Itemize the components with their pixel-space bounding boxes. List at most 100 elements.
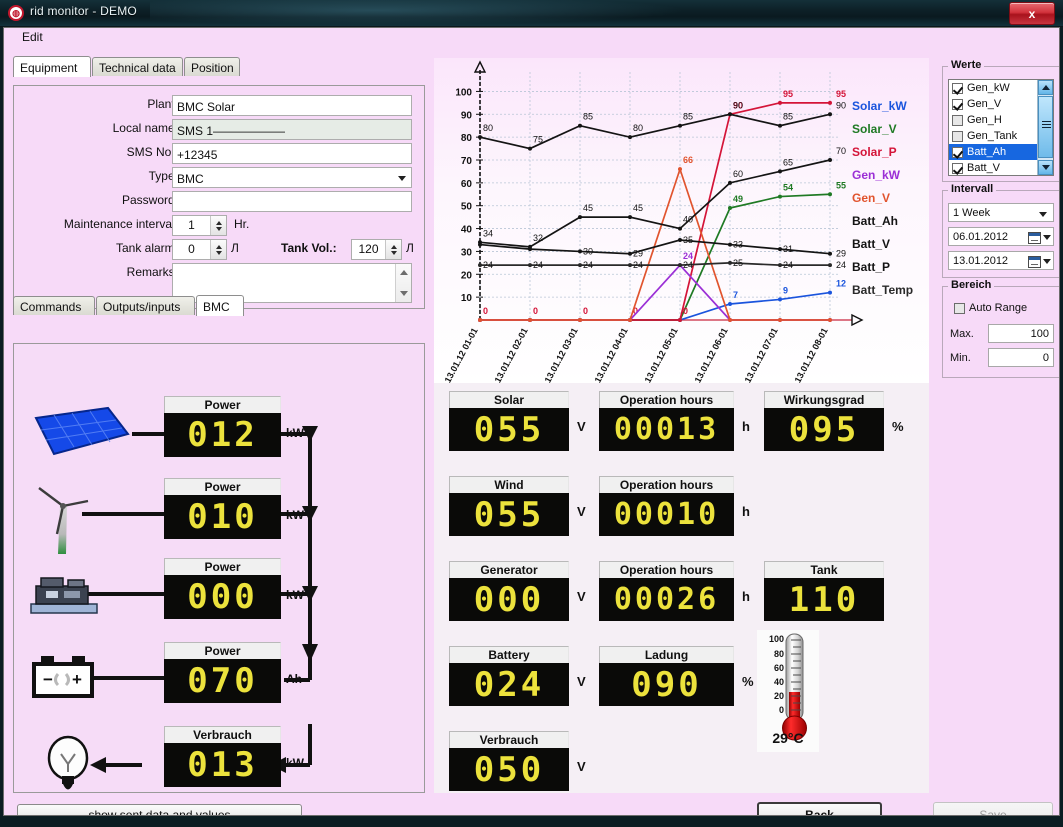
readout-caption: Operation hours <box>599 476 734 493</box>
local-name-input[interactable]: SMS 1—————— <box>172 119 412 140</box>
scroll-up-icon[interactable] <box>1038 80 1053 95</box>
date-from-picker[interactable]: 06.01.2012 <box>948 227 1054 246</box>
tab-equipment[interactable]: Equipment <box>13 56 91 77</box>
checkbox-icon[interactable] <box>952 99 963 110</box>
werte-item-batt_v[interactable]: Batt_V <box>949 160 1040 176</box>
spinner-arrows-icon[interactable] <box>385 240 401 259</box>
readout-unit: % <box>892 419 904 434</box>
max-input[interactable]: 100 <box>988 324 1054 343</box>
checkbox-icon[interactable] <box>952 131 963 142</box>
legend-item-Batt_V[interactable]: Batt_V <box>852 237 890 251</box>
werte-scrollbar[interactable] <box>1037 80 1053 175</box>
bmc-diagram-panel: − + Power012kWPower010kWPower000kWPower0… <box>13 343 425 793</box>
werte-group-title: Werte <box>948 59 984 71</box>
plant-input[interactable]: BMC Solar <box>172 95 412 116</box>
calendar-icon[interactable] <box>1025 230 1051 245</box>
legend-item-Solar_kW[interactable]: Solar_kW <box>852 99 907 113</box>
werte-item-gen_v[interactable]: Gen_V <box>949 96 1040 112</box>
werte-item-batt_ah[interactable]: Batt_Ah <box>949 144 1040 160</box>
readout-value: 090 <box>599 663 734 706</box>
y-tick-label: 80 <box>461 133 473 144</box>
y-tick-label: 50 <box>461 202 473 213</box>
label-tank-vol: Tank Vol.: <box>281 241 337 255</box>
bmc-readout-2: Power000 <box>164 558 281 619</box>
tab-outputs-inputs[interactable]: Outputs/inputs <box>96 296 195 315</box>
tab-technical-data[interactable]: Technical data <box>92 57 183 76</box>
label-remarks: Remarks: <box>127 265 178 279</box>
data-label: 25 <box>733 258 743 268</box>
checkbox-icon[interactable] <box>952 115 963 126</box>
intervall-group-title: Intervall <box>948 183 996 195</box>
close-icon[interactable]: x <box>1009 2 1055 25</box>
menu-item-edit[interactable]: Edit <box>22 30 43 44</box>
min-input[interactable]: 0 <box>988 348 1054 367</box>
readout-caption: Ladung <box>599 646 734 663</box>
data-label: 65 <box>783 157 793 167</box>
checkbox-icon[interactable] <box>952 83 963 94</box>
readout-operation-hours-1: Operation hours00013 <box>599 391 734 451</box>
checkbox-icon[interactable] <box>952 147 963 158</box>
werte-item-gen_h[interactable]: Gen_H <box>949 112 1040 128</box>
data-label: 35 <box>683 235 693 245</box>
data-label: 90 <box>836 100 846 110</box>
legend-item-Batt_Ah[interactable]: Batt_Ah <box>852 214 898 228</box>
scroll-down-icon[interactable] <box>1038 160 1053 175</box>
auto-range-checkbox[interactable]: Auto Range <box>954 302 1027 314</box>
maintenance-interval-stepper[interactable]: 1 <box>172 215 227 236</box>
tab-bmc[interactable]: BMC <box>196 295 244 316</box>
bmc-readout-0: Power012 <box>164 396 281 457</box>
legend-item-Batt_Temp[interactable]: Batt_Temp <box>852 283 913 297</box>
tank-vol-stepper[interactable]: 120 <box>351 239 402 260</box>
werte-row-host: Gen_kW Gen_V Gen_H Gen_Tank Batt_AhBatt_V <box>949 80 1040 176</box>
label-sms-no: SMS No.: <box>127 145 178 159</box>
solar-panel-icon <box>32 404 132 466</box>
x-tick-label: 13.01.12 02-01 <box>493 326 530 383</box>
readout-caption: Solar <box>449 391 569 408</box>
legend-item-Gen_V[interactable]: Gen_V <box>852 191 890 205</box>
legend-item-Gen_kW[interactable]: Gen_kW <box>852 168 901 182</box>
data-label: 49 <box>733 194 743 204</box>
data-label: 66 <box>683 155 693 165</box>
data-label: 24 <box>483 260 493 270</box>
werte-item-label: Gen_V <box>967 98 1001 110</box>
svg-text:+: + <box>72 670 82 689</box>
sms-no-input[interactable]: +12345 <box>172 143 412 164</box>
readout-value: 055 <box>449 493 569 536</box>
scroll-up-icon <box>400 270 408 275</box>
date-to-picker[interactable]: 13.01.2012 <box>948 251 1054 270</box>
data-label: 29 <box>633 249 643 259</box>
scroll-thumb[interactable] <box>1038 96 1053 158</box>
interval-period-combo[interactable]: 1 Week <box>948 203 1054 222</box>
calendar-icon[interactable] <box>1025 254 1051 269</box>
type-combo[interactable]: BMC <box>172 167 412 188</box>
x-tick-label: 13.01.12 08-01 <box>793 326 830 383</box>
readout-unit: % <box>742 674 754 689</box>
data-label: 55 <box>836 180 846 190</box>
generator-icon <box>28 572 100 620</box>
tab-commands[interactable]: Commands <box>13 296 95 315</box>
werte-item-gen_kw[interactable]: Gen_kW <box>949 80 1040 96</box>
bmc-readout-1: Power010 <box>164 478 281 539</box>
show-sent-data-button[interactable]: show sent data and values <box>17 804 302 816</box>
legend-item-Batt_P[interactable]: Batt_P <box>852 260 890 274</box>
werte-item-label: Gen_Tank <box>967 130 1017 142</box>
back-button[interactable]: Back <box>757 802 882 816</box>
save-button[interactable]: Save <box>933 802 1053 816</box>
spinner-arrows-icon[interactable] <box>210 216 226 235</box>
legend-item-Solar_V[interactable]: Solar_V <box>852 122 897 136</box>
data-label: 85 <box>783 112 793 122</box>
data-label: 34 <box>483 228 493 238</box>
checkbox-icon[interactable] <box>952 163 963 174</box>
tab-position[interactable]: Position <box>184 57 240 76</box>
auto-range-label: Auto Range <box>969 302 1027 314</box>
data-label: 30 <box>583 246 593 256</box>
bereich-group-title: Bereich <box>948 279 994 291</box>
tank-alarm-stepper[interactable]: 0 <box>172 239 227 260</box>
werte-listbox[interactable]: Gen_kW Gen_V Gen_H Gen_Tank Batt_AhBatt_V <box>948 79 1054 176</box>
legend-item-Solar_P[interactable]: Solar_P <box>852 145 897 159</box>
readouts-panel: Solar055VOperation hours00013hWirkungsgr… <box>434 383 929 793</box>
werte-item-gen_tank[interactable]: Gen_Tank <box>949 128 1040 144</box>
spinner-arrows-icon[interactable] <box>210 240 226 259</box>
readout-battery-8: Battery024 <box>449 646 569 706</box>
password-input[interactable] <box>172 191 412 212</box>
